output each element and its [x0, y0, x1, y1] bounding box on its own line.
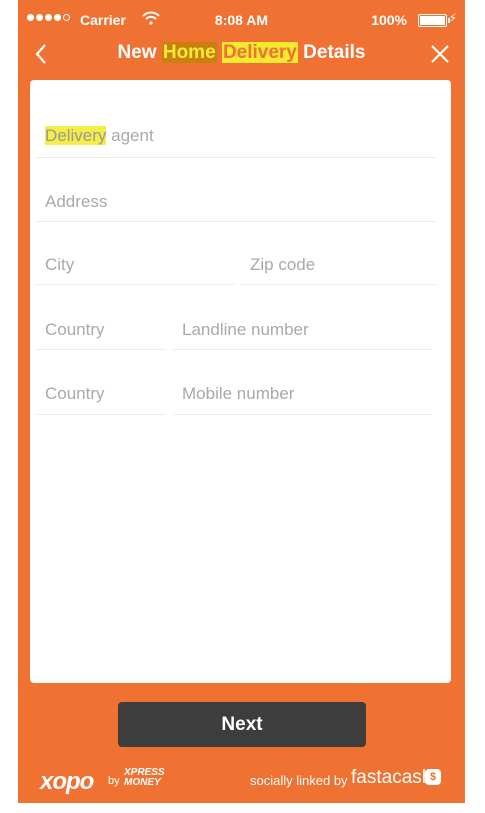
landline-country-field[interactable]: Country: [36, 313, 166, 350]
delivery-form: Delivery agent Address City Zip code Cou…: [30, 80, 451, 683]
page-title: New Home Delivery Details: [18, 42, 465, 64]
title-home-highlight: Home: [161, 42, 217, 63]
nav-header: New Home Delivery Details: [18, 36, 465, 72]
battery-percent: 100%: [371, 12, 407, 28]
socially-linked-label: socially linked by: [250, 773, 348, 788]
status-bar: Carrier 8:08 AM 100% ⚡: [18, 10, 465, 32]
fastacash-badge-icon: $: [425, 769, 441, 785]
title-suffix: Details: [303, 42, 366, 63]
fastacash-logo: fastacash: [351, 767, 433, 788]
app-screen: Carrier 8:08 AM 100% ⚡ New Home Delivery…: [18, 0, 465, 803]
delivery-agent-placeholder: agent: [111, 126, 154, 145]
landline-number-field[interactable]: Landline number: [173, 313, 433, 350]
next-button[interactable]: Next: [118, 702, 366, 747]
xopo-logo: xopo: [40, 768, 94, 795]
delivery-agent-highlight: Delivery: [45, 126, 107, 145]
xpress-money-logo: XPRESS MONEY: [124, 768, 165, 788]
close-icon[interactable]: [427, 41, 453, 67]
mobile-country-field[interactable]: Country: [36, 376, 166, 415]
address-field[interactable]: Address: [36, 186, 436, 222]
charging-bolt-icon: ⚡: [448, 11, 457, 25]
delivery-agent-field[interactable]: Delivery agent: [36, 118, 436, 158]
battery-icon: [418, 14, 450, 27]
by-label: by: [108, 775, 120, 787]
city-field[interactable]: City: [36, 249, 234, 285]
title-prefix: New: [117, 42, 157, 63]
footer-branding: xopo by XPRESS MONEY socially linked by …: [18, 766, 465, 796]
xpress-line2: MONEY: [124, 777, 161, 788]
mobile-number-field[interactable]: Mobile number: [173, 376, 433, 415]
title-delivery-highlight: Delivery: [221, 42, 298, 63]
zip-code-field[interactable]: Zip code: [241, 249, 436, 285]
